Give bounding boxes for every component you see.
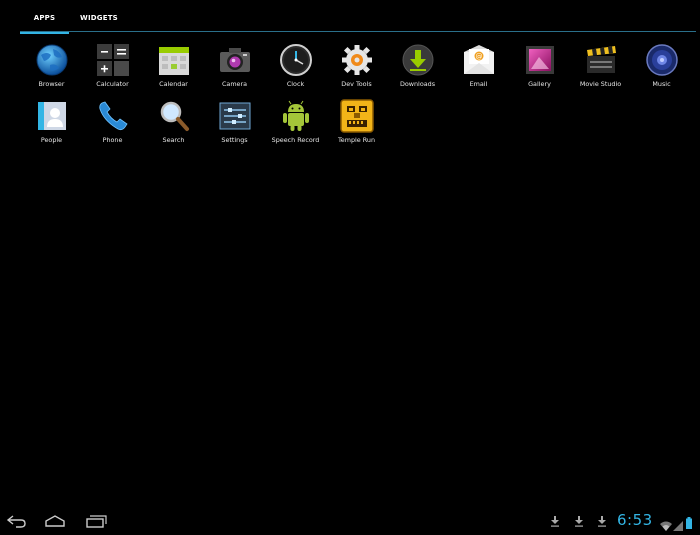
app-calendar[interactable]: Calendar	[143, 43, 204, 97]
camera-icon	[218, 43, 252, 77]
globe-icon	[35, 43, 69, 77]
tab-divider	[20, 31, 696, 32]
app-moviestudio[interactable]: Movie Studio	[570, 43, 631, 97]
people-icon	[35, 99, 69, 133]
app-people[interactable]: People	[21, 99, 82, 153]
app-clock[interactable]: Clock	[265, 43, 326, 97]
app-label: Dev Tools	[341, 80, 372, 88]
app-music[interactable]: Music	[631, 43, 692, 97]
back-button[interactable]	[4, 513, 28, 529]
app-label: Search	[162, 136, 185, 144]
phone-handset-icon	[96, 99, 130, 133]
tab-apps[interactable]: APPS	[20, 0, 69, 34]
app-search[interactable]: Search	[143, 99, 204, 153]
download-icon	[401, 43, 435, 77]
tab-widgets-label: WIDGETS	[80, 14, 118, 22]
app-devtools[interactable]: Dev Tools	[326, 43, 387, 97]
app-label: Gallery	[528, 80, 551, 88]
clapperboard-icon	[584, 43, 618, 77]
app-label: Clock	[286, 80, 305, 88]
battery-icon	[686, 514, 692, 533]
signal-icon	[673, 516, 683, 535]
app-browser[interactable]: Browser	[21, 43, 82, 97]
temple-run-idol-icon	[340, 99, 374, 133]
calculator-icon	[96, 43, 130, 77]
search-icon	[157, 99, 191, 133]
email-icon: @	[462, 43, 496, 77]
app-label: Downloads	[399, 80, 436, 88]
android-robot-icon	[279, 99, 313, 133]
app-label: Music	[652, 80, 671, 88]
app-templerun[interactable]: Temple Run	[326, 99, 387, 153]
app-label: Calculator	[96, 80, 129, 88]
app-label: Calendar	[159, 80, 188, 88]
app-label: People	[40, 136, 63, 144]
app-label: Temple Run	[337, 136, 376, 144]
download-notification-icon[interactable]	[597, 516, 607, 527]
app-camera[interactable]: Camera	[204, 43, 265, 97]
calendar-icon	[157, 43, 191, 77]
status-clock[interactable]: 6:53	[617, 511, 653, 529]
recent-apps-button[interactable]	[84, 513, 108, 529]
home-icon	[45, 515, 65, 527]
gallery-icon	[523, 43, 557, 77]
app-label: Email	[469, 80, 488, 88]
app-label: Speech Record	[271, 136, 320, 144]
app-label: Browser	[38, 80, 65, 88]
download-notification-icon[interactable]	[574, 516, 584, 527]
speaker-icon	[645, 43, 679, 77]
gear-icon	[340, 43, 374, 77]
app-label: Camera	[221, 80, 248, 88]
app-email[interactable]: @ Email	[448, 43, 509, 97]
app-gallery[interactable]: Gallery	[509, 43, 570, 97]
tab-apps-label: APPS	[33, 14, 56, 22]
recent-apps-icon	[86, 515, 107, 528]
back-arrow-icon	[6, 515, 26, 528]
app-phone[interactable]: Phone	[82, 99, 143, 153]
app-speechrecorder[interactable]: Speech Record	[265, 99, 326, 153]
app-label: Phone	[102, 136, 123, 144]
app-calculator[interactable]: Calculator	[82, 43, 143, 97]
system-bar: 6:53	[0, 507, 700, 533]
svg-text:@: @	[476, 53, 483, 61]
app-label: Movie Studio	[579, 80, 622, 88]
clock-icon	[279, 43, 313, 77]
tab-bar: APPS WIDGETS	[20, 0, 696, 34]
home-button[interactable]	[43, 513, 67, 529]
app-label: Settings	[221, 136, 248, 144]
app-downloads[interactable]: Downloads	[387, 43, 448, 97]
tab-widgets[interactable]: WIDGETS	[72, 0, 126, 31]
app-settings[interactable]: Settings	[204, 99, 265, 153]
download-notification-icon[interactable]	[550, 516, 560, 527]
sliders-icon	[218, 99, 252, 133]
wifi-icon	[660, 516, 672, 535]
